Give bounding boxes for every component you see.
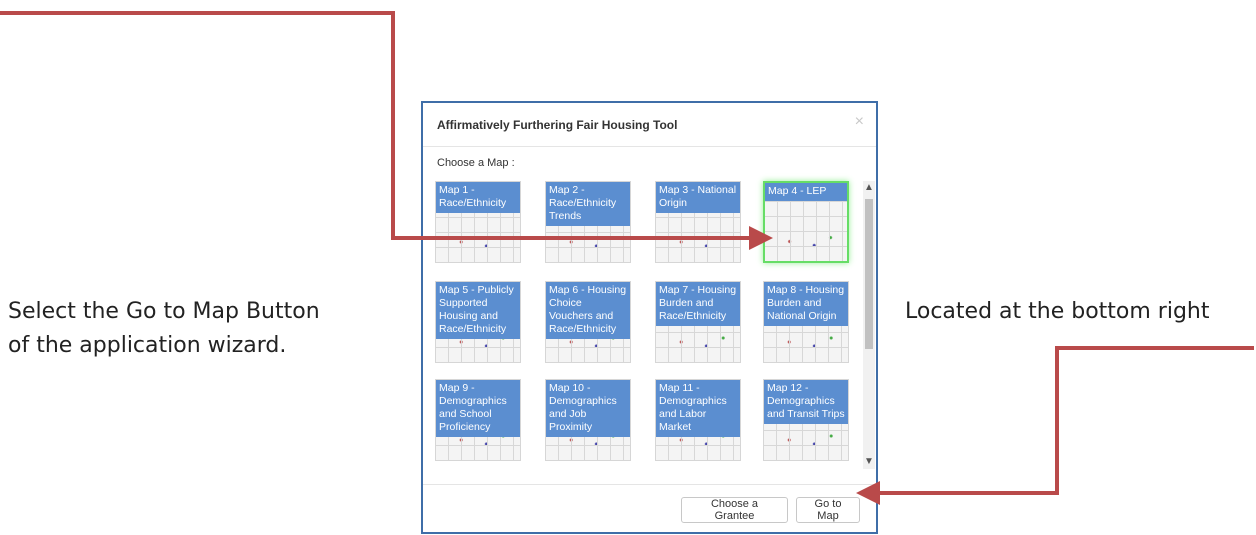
arrow-to-go-to-map-button	[856, 346, 1254, 505]
annotation-arrows	[0, 11, 1254, 505]
arrow-to-map-tile	[0, 11, 773, 250]
